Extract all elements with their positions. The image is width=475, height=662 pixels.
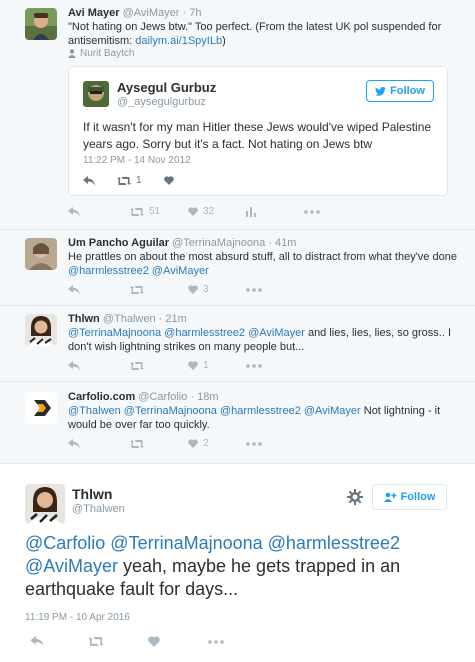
more-icon[interactable] [208,639,224,644]
retweet-button[interactable]: 51 [130,206,188,217]
like-count: 32 [203,206,215,217]
retweet-icon [117,176,131,186]
avatar[interactable] [83,81,109,107]
follow-label: Follow [390,85,425,97]
more-icon[interactable] [246,363,262,368]
quoted-author-handle[interactable]: @_aysegulgurbuz [117,95,216,109]
like-count: 1 [203,360,209,371]
tweet-link[interactable]: dailym.ai/1SpyILb [135,35,222,47]
reply-icon[interactable] [68,284,130,295]
like-button[interactable]: 3 [188,284,246,295]
retweet-icon[interactable] [130,439,188,449]
reply-icon[interactable] [83,175,95,186]
more-icon[interactable] [246,441,262,446]
follow-button[interactable]: Follow [366,80,434,102]
retweet-icon[interactable] [130,285,188,295]
more-icon[interactable] [304,209,320,214]
avatar-image-aysegul [83,81,109,107]
tweet-thlwn[interactable]: Thlwn @Thalwen · 21m @TerrinaMajnoona @h… [0,306,475,382]
quoted-timestamp[interactable]: 11:22 PM - 14 Nov 2012 [83,155,191,166]
tweet-text-body: "Not hating on Jews btw." Too perfect. (… [68,21,442,47]
reply-icon[interactable] [30,636,88,647]
avatar[interactable] [25,8,57,40]
retweet-count: 1 [136,175,142,186]
avatar[interactable] [25,392,57,424]
tweet-text-end: ) [222,35,226,47]
analytics-icon[interactable] [246,206,304,217]
mention-links[interactable]: @Thalwen @TerrinaMajnoona @harmlesstree2… [68,405,361,417]
like-icon [188,207,198,216]
more-icon[interactable] [246,287,262,292]
author-handle[interactable]: @AviMayer [123,7,180,19]
like-button[interactable]: 2 [188,438,246,449]
reply-icon[interactable] [68,360,130,371]
retweet-count: 51 [149,206,161,217]
reply-icon[interactable] [68,206,130,217]
like-icon [188,361,198,370]
avatar[interactable] [25,238,57,270]
like-icon [188,285,198,294]
main-timestamp[interactable]: 11:19 PM - 10 Apr 2016 [25,612,130,623]
avatar-image-avi [25,8,57,40]
like-button[interactable]: 32 [188,206,246,217]
quoted-author-name[interactable]: Aysegul Gurbuz [117,80,216,95]
retweet-icon[interactable] [88,636,148,647]
like-button[interactable]: 1 [188,360,246,371]
author-name[interactable]: Carfolio.com [68,391,135,403]
tweet-um-pancho[interactable]: Um Pancho Aguilar @TerrinaMajnoona · 41m… [0,230,475,306]
main-tweet-text: @Carfolio @TerrinaMajnoona @harmlesstree… [25,532,455,601]
author-name[interactable]: Um Pancho Aguilar [68,237,169,249]
author-handle[interactable]: @Carfolio [138,391,187,403]
tweet-carfolio[interactable]: Carfolio.com @Carfolio · 18m @Thalwen @T… [0,382,475,464]
avatar-image-thlwn [25,314,57,346]
gear-icon[interactable] [347,489,363,505]
like-count: 3 [203,284,209,295]
follow-person-icon [383,492,397,502]
author-name[interactable]: Thlwn [72,486,125,502]
tweet-text: @Thalwen @TerrinaMajnoona @harmlesstree2… [68,404,463,432]
like-icon[interactable] [163,176,174,185]
carfolio-logo-icon [25,392,57,424]
author-handle[interactable]: @TerrinaMajnoona [172,237,265,249]
author-name[interactable]: Avi Mayer [68,7,120,19]
avatar-image-thlwn [25,484,65,524]
mention-links[interactable]: @harmlesstree2 @AviMayer [68,265,209,277]
tweet-text-body: He prattles on about the most absurd stu… [68,251,457,263]
like-icon [188,439,198,448]
tweet-time[interactable]: · 41m [268,237,296,249]
author-handle[interactable]: @Thalwen [72,502,125,516]
tweet-text: "Not hating on Jews btw." Too perfect. (… [68,20,463,48]
tweet-time[interactable]: · 7h [183,7,202,19]
retweet-button[interactable]: 1 [117,175,142,186]
author-handle[interactable]: @Thalwen [103,313,156,325]
mention-links[interactable]: @TerrinaMajnoona @harmlesstree2 @AviMaye… [68,327,305,339]
main-tweet: Thlwn @Thalwen Follow @Carfolio @Terrina… [0,464,475,662]
tweet-text: He prattles on about the most absurd stu… [68,250,463,278]
quoted-tweet-text: If it wasn't for my man Hitler these Jew… [83,120,432,151]
person-icon [68,49,76,58]
tweet-text: @TerrinaMajnoona @harmlesstree2 @AviMaye… [68,326,463,354]
avatar-image-pancho [25,238,57,270]
retweet-icon[interactable] [130,361,188,371]
follow-button[interactable]: Follow [372,484,447,510]
reply-icon[interactable] [68,438,130,449]
attribution[interactable]: Nurit Baytch [80,48,134,59]
like-icon[interactable] [148,636,208,647]
tweet-time[interactable]: · 21m [159,313,187,325]
tweet-avi-mayer[interactable]: Avi Mayer @AviMayer · 7h "Not hating on … [0,0,475,230]
retweet-icon [130,207,144,217]
follow-label: Follow [400,491,436,503]
twitter-bird-icon [375,86,386,96]
avatar[interactable] [25,484,65,524]
like-count: 2 [203,438,209,449]
tweet-time[interactable]: · 18m [190,391,218,403]
quoted-tweet[interactable]: Aysegul Gurbuz @_aysegulgurbuz Follow If… [68,66,448,196]
author-name[interactable]: Thlwn [68,313,100,325]
avatar[interactable] [25,314,57,346]
